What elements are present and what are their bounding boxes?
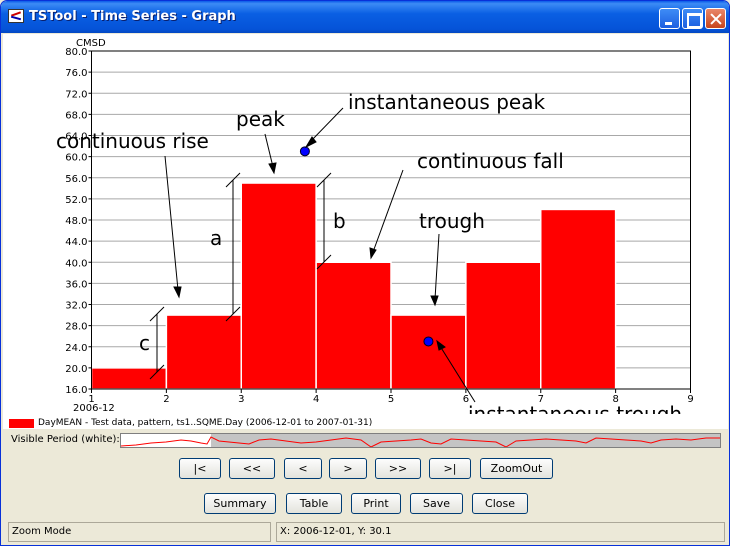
nav-page-forward-button[interactable]: >> <box>375 458 421 479</box>
y-tick-label: 36.0 <box>65 279 87 290</box>
y-tick-label: 72.0 <box>65 89 87 100</box>
x-tick-label: 9 <box>687 394 693 405</box>
bar <box>540 208 617 390</box>
window-title: TSTool - Time Series - Graph <box>29 9 236 24</box>
legend-swatch <box>9 419 34 428</box>
y-tick-label: 20.0 <box>65 364 87 375</box>
bar <box>165 314 242 390</box>
maximize-button[interactable] <box>682 8 703 29</box>
y-tick-label: 40.0 <box>65 258 87 269</box>
x-tick-label: 4 <box>313 394 319 405</box>
y-tick-label: 60.0 <box>65 153 87 164</box>
y-tick-label: 32.0 <box>65 301 87 312</box>
summary-button[interactable]: Summary <box>204 493 276 514</box>
save-button[interactable]: Save <box>410 493 463 514</box>
bar <box>240 182 317 390</box>
visible-period-overview[interactable] <box>120 433 721 448</box>
annotation-instantaneous-trough: instantaneous trough <box>468 402 682 414</box>
annotation-a: a <box>210 226 222 250</box>
y-tick-label: 44.0 <box>65 237 87 248</box>
nav-first-button[interactable]: |< <box>179 458 221 479</box>
bar <box>315 261 392 390</box>
data-point <box>299 146 310 157</box>
y-tick-label: 16.0 <box>65 385 87 396</box>
close-window-button[interactable] <box>705 8 726 29</box>
x-tick-label: 3 <box>238 394 244 405</box>
annotation-continuous-rise: continuous rise <box>56 129 209 153</box>
nav-last-button[interactable]: >| <box>429 458 471 479</box>
print-button[interactable]: Print <box>351 493 401 514</box>
table-button[interactable]: Table <box>286 493 342 514</box>
x-tick-label: 5 <box>388 394 394 405</box>
x-axis-start-label: 2006-12 <box>73 403 115 414</box>
y-tick-label: 24.0 <box>65 343 87 354</box>
data-point <box>423 336 434 347</box>
minimize-button[interactable] <box>659 8 680 29</box>
y-axis-ticks: 80.076.072.068.064.060.056.052.048.044.0… <box>65 47 92 396</box>
visible-period-label: Visible Period (white): <box>11 434 120 445</box>
bar-chart: 80.076.072.068.064.060.056.052.048.044.0… <box>56 38 694 414</box>
nav-page-back-button[interactable]: << <box>229 458 275 479</box>
annotation-c: c <box>139 331 150 355</box>
x-tick-label: 2 <box>163 394 169 405</box>
y-axis-label: CMSD <box>76 38 106 49</box>
y-tick-label: 28.0 <box>65 322 87 333</box>
annotation-b: b <box>333 209 346 233</box>
y-tick-label: 56.0 <box>65 174 87 185</box>
status-coordinates: X: 2006-12-01, Y: 30.1 <box>276 522 725 542</box>
close-button[interactable]: Close <box>472 493 528 514</box>
zoom-out-button[interactable]: ZoomOut <box>480 458 553 479</box>
app-chart-icon[interactable] <box>8 9 24 23</box>
bar <box>465 261 542 390</box>
annotation-instantaneous-peak: instantaneous peak <box>348 90 545 114</box>
annotation-continuous-fall: continuous fall <box>417 149 564 173</box>
bar <box>90 367 168 390</box>
title-bar[interactable]: TSTool - Time Series - Graph <box>1 1 729 33</box>
y-tick-label: 52.0 <box>65 195 87 206</box>
nav-forward-button[interactable]: > <box>329 458 367 479</box>
legend-label: DayMEAN - Test data, pattern, ts1..SQME.… <box>38 418 373 428</box>
annotation-trough: trough <box>419 209 485 233</box>
y-tick-label: 76.0 <box>65 68 87 79</box>
graph-window: TSTool - Time Series - Graph 80.0 76.0 72.… <box>0 0 730 546</box>
status-mode: Zoom Mode <box>8 522 271 542</box>
nav-back-button[interactable]: < <box>284 458 322 479</box>
annotation-peak: peak <box>236 107 285 131</box>
y-tick-label: 48.0 <box>65 216 87 227</box>
bar <box>390 314 467 390</box>
graph-canvas[interactable]: 80.0 76.0 72.0 68.0 64.0 60.0 56.0 52.0 48.0 44.0… <box>3 34 728 429</box>
y-tick-label: 68.0 <box>65 110 87 121</box>
overview-sparkline <box>121 436 720 447</box>
